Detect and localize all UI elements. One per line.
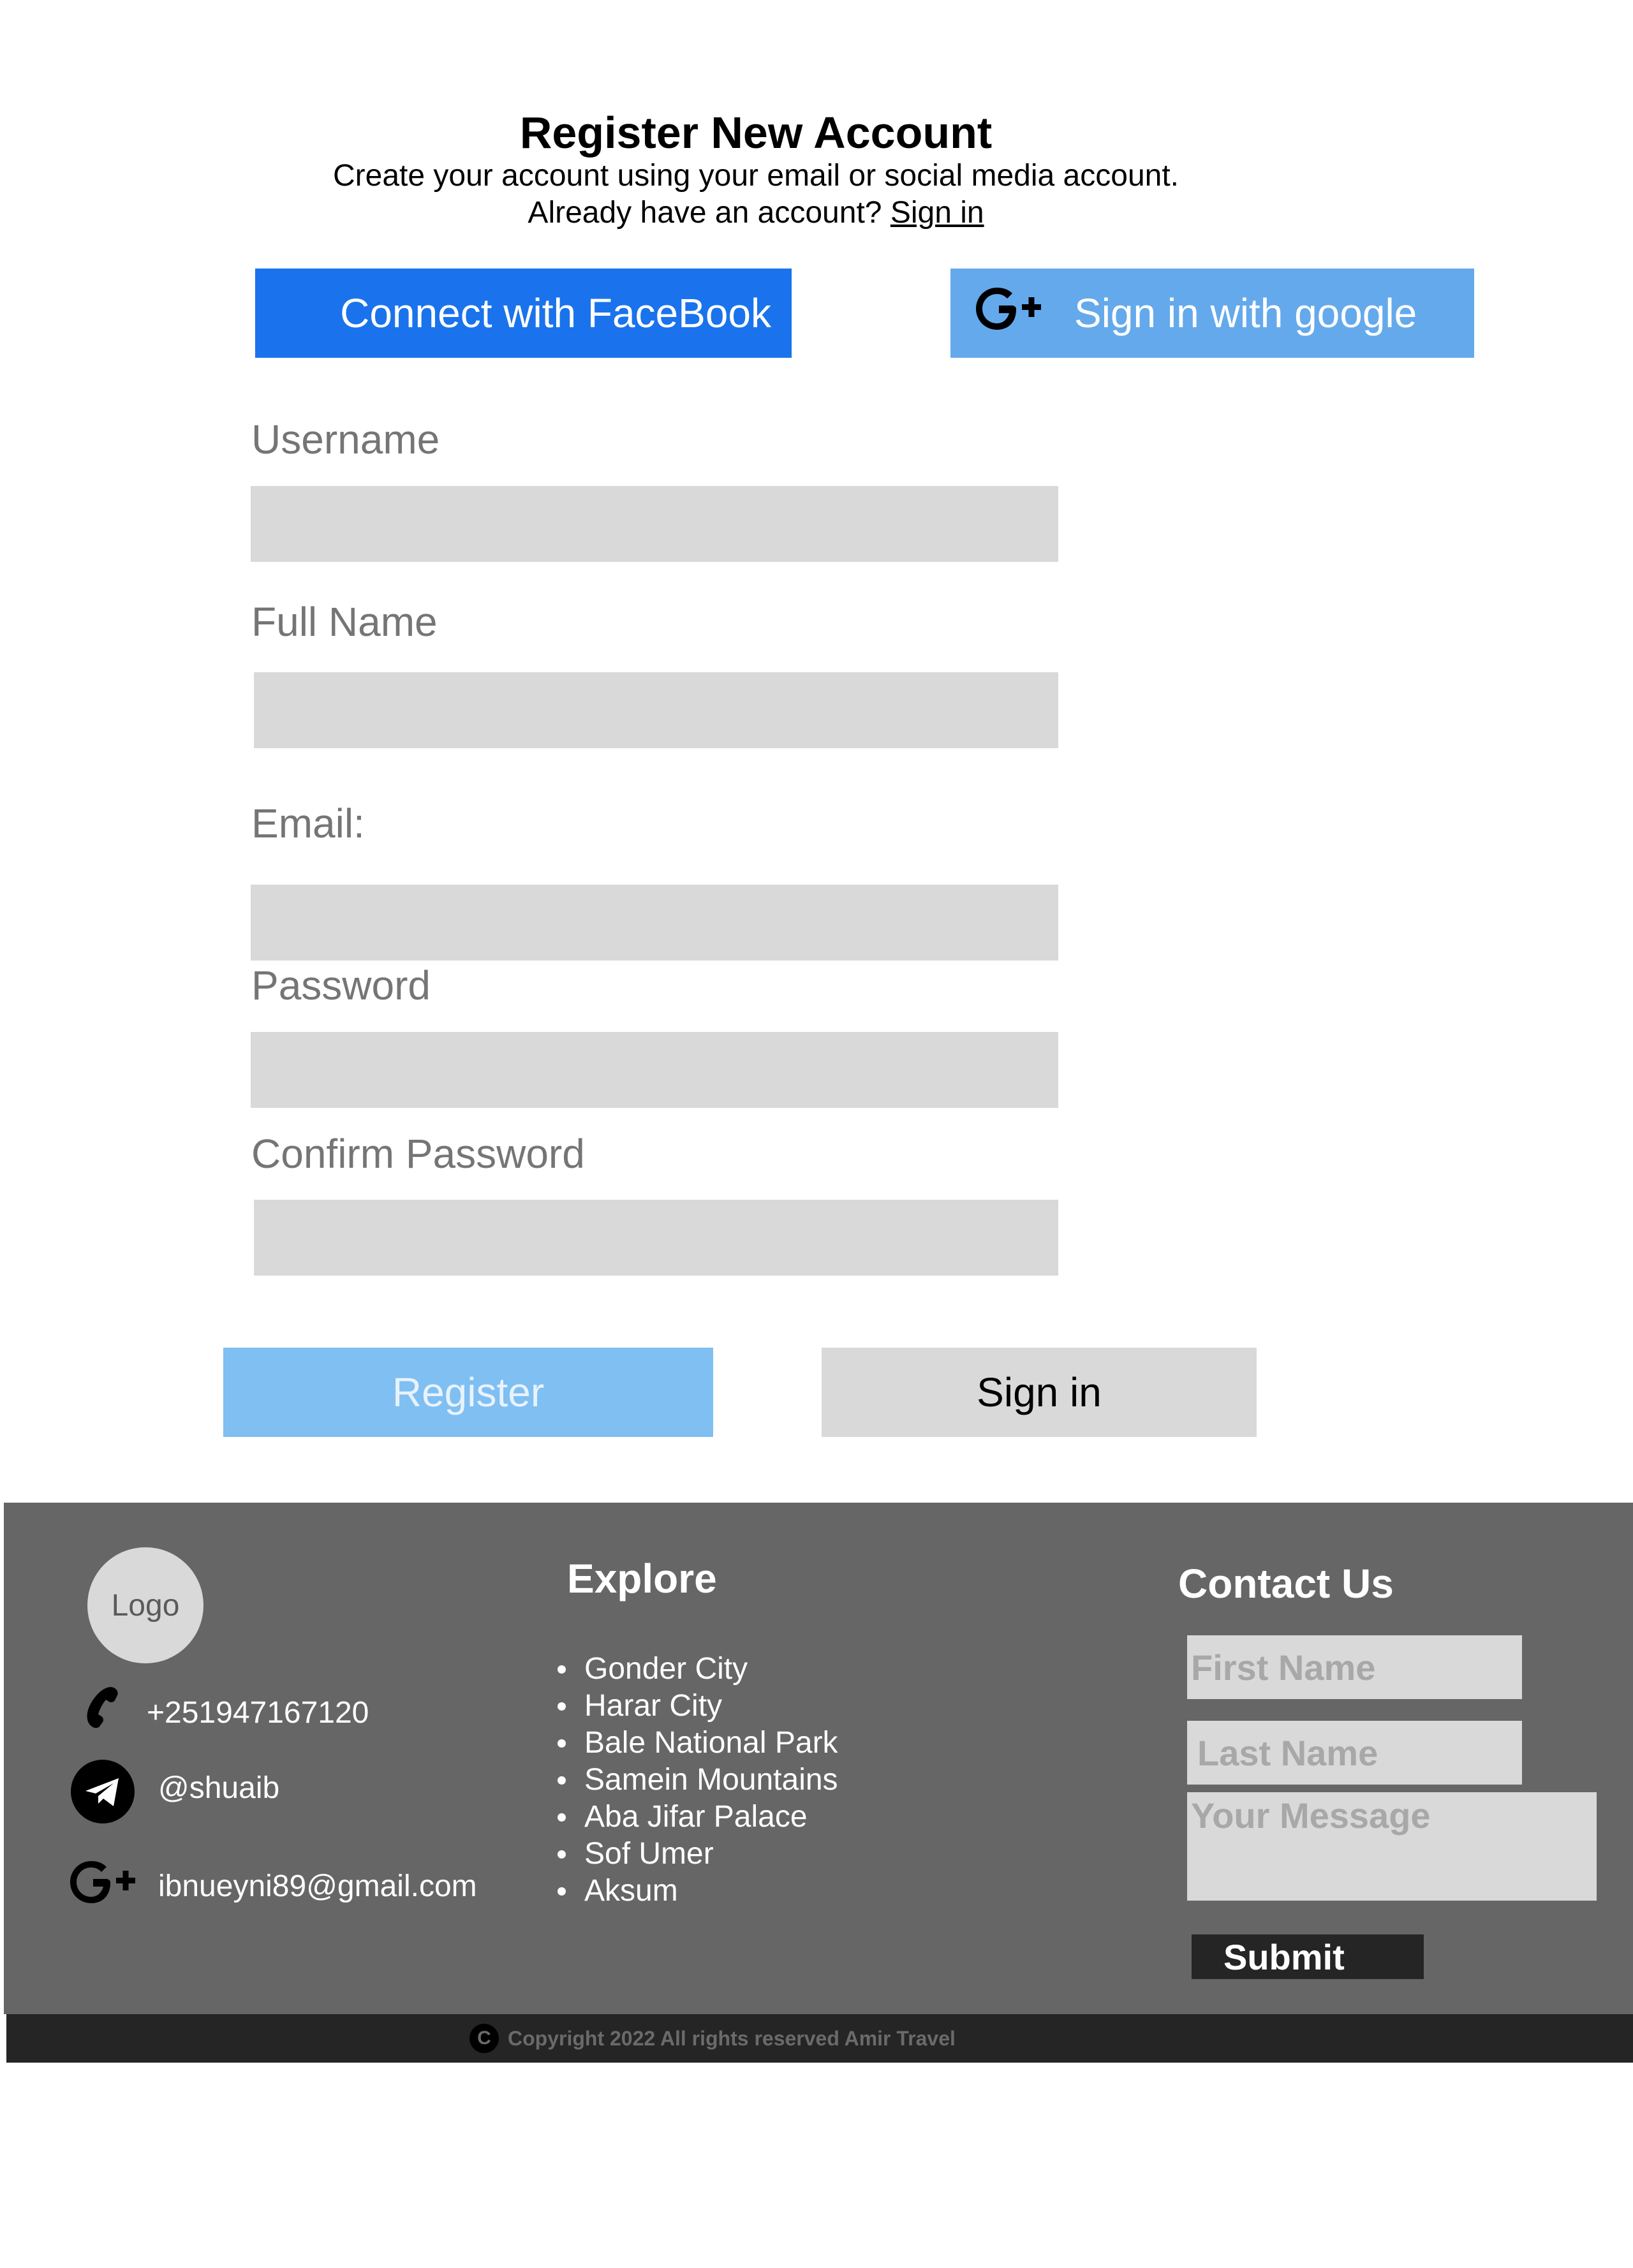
username-input[interactable] <box>251 486 1058 562</box>
google-plus-icon[interactable] <box>70 1856 137 1911</box>
submit-label: Submit <box>1223 1936 1345 1977</box>
facebook-connect-button[interactable]: Connect with FaceBook <box>255 269 792 358</box>
explore-item[interactable]: Harar City <box>558 1688 838 1725</box>
already-account-text: Already have an account? <box>528 196 882 230</box>
password-input[interactable] <box>251 1032 1058 1108</box>
already-account-line: Already have an account? Sign in <box>0 195 1512 230</box>
footer-email: ibnueyni89@gmail.com <box>158 1869 477 1903</box>
signin-button[interactable]: Sign in <box>822 1348 1257 1437</box>
explore-list: Gonder City Harar City Bale National Par… <box>558 1651 838 1910</box>
facebook-connect-label: Connect with FaceBook <box>340 290 771 336</box>
copyright-text: Copyright 2022 All rights reserved Amir … <box>508 2026 956 2050</box>
fullname-label: Full Name <box>251 599 438 645</box>
footer-phone: +251947167120 <box>147 1696 369 1730</box>
copyright-icon: C <box>469 2024 499 2053</box>
register-label: Register <box>392 1369 545 1415</box>
footer-logo[interactable]: Logo <box>87 1547 203 1663</box>
message-input[interactable] <box>1187 1792 1597 1901</box>
fullname-input[interactable] <box>254 672 1058 748</box>
page-subtitle: Create your account using your email or … <box>333 159 1179 193</box>
submit-button[interactable]: Submit <box>1192 1934 1424 1979</box>
explore-item-label: Aksum <box>584 1874 678 1908</box>
explore-item-label: Aba Jifar Palace <box>584 1800 808 1834</box>
page-title: Register New Account <box>519 108 993 158</box>
explore-item[interactable]: Aba Jifar Palace <box>558 1799 838 1836</box>
explore-item-label: Samein Mountains <box>584 1763 838 1797</box>
logo-label: Logo <box>111 1588 180 1623</box>
email-input[interactable] <box>251 885 1058 961</box>
explore-item-label: Gonder City <box>584 1652 748 1686</box>
register-button[interactable]: Register <box>223 1348 713 1437</box>
google-plus-icon <box>976 283 1042 344</box>
password-label: Password <box>251 962 431 1008</box>
explore-item[interactable]: Bale National Park <box>558 1725 838 1762</box>
signin-label: Sign in <box>977 1369 1102 1415</box>
confirm-password-input[interactable] <box>254 1200 1058 1276</box>
confirm-password-label: Confirm Password <box>251 1131 585 1177</box>
telegram-icon[interactable] <box>70 1759 135 1827</box>
username-label: Username <box>251 416 440 462</box>
explore-item-label: Harar City <box>584 1689 723 1723</box>
explore-heading: Explore <box>567 1556 717 1602</box>
email-label: Email: <box>251 800 365 846</box>
explore-item-label: Sof Umer <box>584 1837 714 1871</box>
google-signin-button[interactable]: Sign in with google <box>950 269 1474 358</box>
signin-link[interactable]: Sign in <box>890 196 984 230</box>
explore-item[interactable]: Samein Mountains <box>558 1762 838 1799</box>
phone-icon <box>82 1686 120 1732</box>
explore-item[interactable]: Gonder City <box>558 1651 838 1688</box>
explore-item[interactable]: Aksum <box>558 1873 838 1910</box>
google-signin-label: Sign in with google <box>1074 290 1417 336</box>
copyright: C Copyright 2022 All rights reserved Ami… <box>469 2021 956 2056</box>
first-name-input[interactable] <box>1187 1635 1522 1699</box>
explore-item-label: Bale National Park <box>584 1726 838 1760</box>
explore-item[interactable]: Sof Umer <box>558 1836 838 1873</box>
footer-telegram: @shuaib <box>158 1771 280 1805</box>
last-name-input[interactable] <box>1187 1721 1522 1785</box>
contact-heading: Contact Us <box>1178 1561 1394 1607</box>
